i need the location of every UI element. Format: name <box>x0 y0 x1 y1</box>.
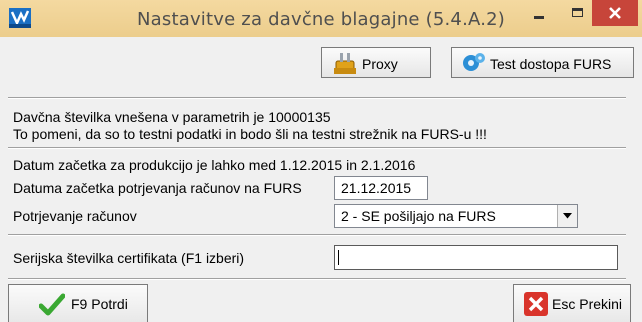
proxy-button[interactable]: Proxy <box>321 47 431 78</box>
separator <box>8 234 626 236</box>
checkmark-icon <box>39 293 65 316</box>
start-date-input[interactable]: 21.12.2015 <box>334 176 428 200</box>
minimize-icon <box>534 16 544 19</box>
window: Nastavitve za davčne blagajne (5.4.A.2) … <box>0 0 642 322</box>
dropdown-arrow[interactable] <box>557 205 577 227</box>
confirm-label: F9 Potrdi <box>71 296 128 312</box>
test-furs-label: Test dostopa FURS <box>490 56 612 72</box>
chevron-down-icon <box>563 213 572 219</box>
proxy-plug-icon <box>334 53 356 74</box>
confirmation-mode-label: Potrjevanje računov <box>13 208 137 224</box>
start-date-label: Datuma začetka potrjevanja računov na FU… <box>13 180 302 196</box>
red-x-icon <box>524 292 548 316</box>
maximize-icon <box>572 8 583 17</box>
cancel-label: Esc Prekini <box>552 296 623 312</box>
close-button[interactable] <box>592 0 638 26</box>
minimize-button[interactable] <box>520 0 558 26</box>
confirm-button[interactable]: F9 Potrdi <box>8 284 148 322</box>
separator <box>8 147 626 149</box>
proxy-label: Proxy <box>362 56 398 72</box>
separator <box>8 97 626 99</box>
dialog-body: Proxy Test dostopa FURS Davčna številka … <box>8 37 634 322</box>
maximize-button[interactable] <box>558 0 596 26</box>
test-server-warning: To pomeni, da so to testni podatki in bo… <box>13 126 487 142</box>
test-furs-button[interactable]: Test dostopa FURS <box>451 47 634 78</box>
gear-icon <box>463 53 485 71</box>
certificate-serial-label: Serijska številka certifikata (F1 izberi… <box>13 250 245 266</box>
tax-number-info: Davčna številka vnešena v parametrih je … <box>13 109 331 125</box>
text-caret <box>338 250 339 265</box>
confirmation-mode-value: 2 - SE pošiljajo na FURS <box>341 208 496 224</box>
confirmation-mode-select[interactable]: 2 - SE pošiljajo na FURS <box>334 204 578 228</box>
title-bar[interactable]: Nastavitve za davčne blagajne (5.4.A.2) <box>0 0 642 37</box>
certificate-serial-input[interactable] <box>334 245 618 270</box>
cancel-button[interactable]: Esc Prekini <box>513 284 631 322</box>
separator <box>8 278 626 280</box>
close-icon <box>609 7 621 19</box>
production-date-note: Datum začetka za produkcijo je lahko med… <box>13 157 416 173</box>
